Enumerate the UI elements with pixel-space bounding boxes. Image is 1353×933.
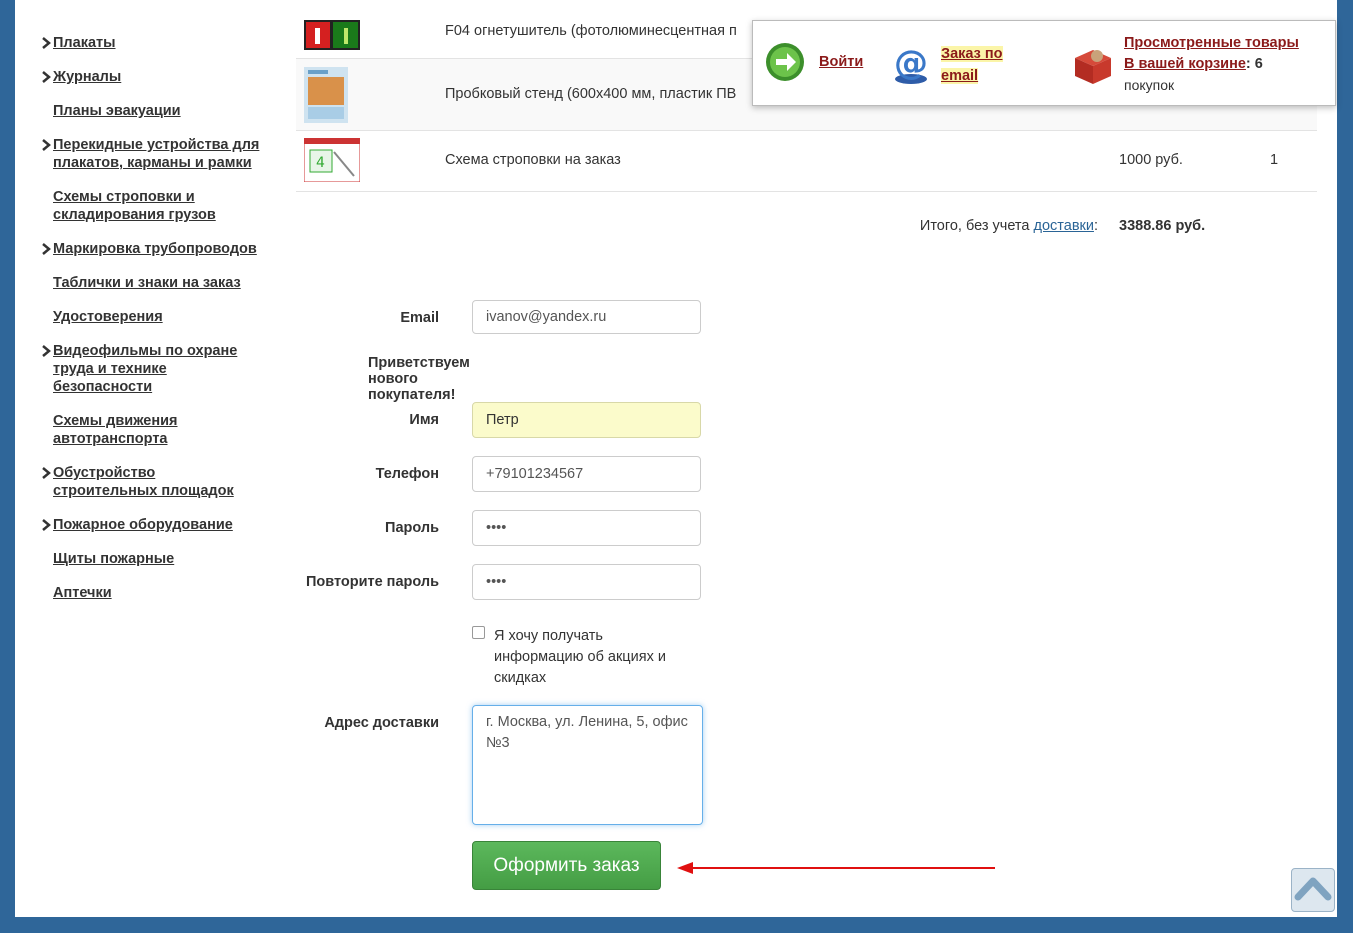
basket-count: 6 [1254,56,1263,72]
subscribe-checkbox[interactable] [472,626,485,639]
product-name[interactable]: Схема строповки на заказ [445,152,621,168]
total-label: Итого, без учета [919,218,1034,234]
total-colon: : [1093,218,1098,234]
sidebar-item[interactable]: Таблички и знаки на заказ [41,274,261,292]
sidebar-item-label[interactable]: Плакаты [53,35,116,51]
phone-field[interactable]: +79101234567 [472,456,701,492]
password-field[interactable]: •••• [472,510,701,546]
chevron-right-icon [42,243,51,255]
product-name[interactable]: Пробковый стенд (600х400 мм, пластик ПВ [445,86,736,102]
email-label: Email [400,310,439,326]
sidebar-item[interactable]: Маркировка трубопроводов [41,240,261,258]
email-order-link[interactable]: Заказ по email [941,43,1031,87]
name-label: Имя [409,412,439,428]
arrow-annotation-icon [677,862,995,874]
chevron-right-icon [42,37,51,49]
password-repeat-field[interactable]: •••• [472,564,701,600]
password-repeat-label: Повторите пароль [305,574,439,590]
product-thumbnail[interactable]: 4 [303,137,361,187]
chevron-right-icon [42,71,51,83]
basket-suffix: покупок [1124,77,1175,93]
address-field[interactable]: г. Москва, ул. Ленина, 5, офис №3 [472,705,703,825]
greeting-text: Приветствуем нового покупателя! [368,355,470,403]
at-sign-icon[interactable]: @ [891,41,931,90]
sidebar-item[interactable]: Видеофильмы по охране труда и технике бе… [41,342,261,396]
sidebar-item-label[interactable]: Планы эвакуации [53,103,181,119]
sidebar-item[interactable]: Перекидные устройства для плакатов, карм… [41,136,261,172]
login-icon[interactable] [765,42,805,87]
product-name[interactable]: F04 огнетушитель (фотолюминесцентная п [445,23,737,39]
sidebar-item-label[interactable]: Перекидные устройства для плакатов, карм… [53,137,259,171]
basket-info: Просмотренные товары В вашей корзине: 6 … [1124,33,1329,96]
chevron-up-icon [1294,877,1332,901]
sidebar-item[interactable]: Схемы строповки и складирования грузов [41,188,261,224]
sidebar-item[interactable]: Щиты пожарные [41,550,261,568]
chevron-right-icon [42,345,51,357]
user-popup: Войти @ Заказ по email Просмотренные тов… [752,20,1336,106]
sidebar-item-label[interactable]: Щиты пожарные [53,551,174,567]
delivery-link[interactable]: доставки [1034,218,1094,234]
sidebar-item-label[interactable]: Схемы строповки и складирования грузов [53,189,216,223]
basket-box-icon[interactable] [1071,42,1115,91]
email-field[interactable]: ivanov@yandex.ru [472,300,701,334]
total-value: 3388.86 руб. [1119,218,1206,234]
email-order-label[interactable]: Заказ по email [941,46,1003,84]
scroll-to-top-button[interactable] [1291,868,1335,912]
sidebar-item[interactable]: Журналы [41,68,261,86]
product-thumbnail[interactable] [304,20,360,55]
address-label: Адрес доставки [324,715,439,731]
sidebar-item[interactable]: Планы эвакуации [41,102,261,120]
sidebar-item[interactable]: Плакаты [41,34,261,52]
submit-order-button[interactable]: Оформить заказ [472,841,661,890]
viewed-products-link[interactable]: Просмотренные товары [1124,33,1329,54]
login-link[interactable]: Войти [819,54,863,70]
sidebar-item-label[interactable]: Видеофильмы по охране труда и технике бе… [53,343,237,395]
page-content: Плакаты Журналы Планы эвакуации Перекидные … [15,0,1337,917]
table-row: 4 Схема строповки на заказ 1000 руб. 1 [296,131,1317,192]
product-price: 1000 руб. [1119,152,1183,168]
password-label: Пароль [385,520,439,536]
chevron-right-icon [42,139,51,151]
svg-text:4: 4 [316,155,325,171]
sidebar-item-label[interactable]: Маркировка трубопроводов [53,241,257,257]
svg-text:@: @ [894,43,928,83]
sidebar-item-label[interactable]: Журналы [53,69,121,85]
basket-link[interactable]: В вашей корзине [1124,56,1246,72]
sidebar-item-label[interactable]: Таблички и знаки на заказ [53,275,241,291]
name-field[interactable]: Петр [472,402,701,438]
subscribe-label[interactable]: Я хочу получать информацию об акциях и с… [494,626,694,689]
product-thumbnail[interactable] [304,67,348,128]
product-quantity: 1 [1270,152,1279,168]
phone-label: Телефон [375,466,439,482]
